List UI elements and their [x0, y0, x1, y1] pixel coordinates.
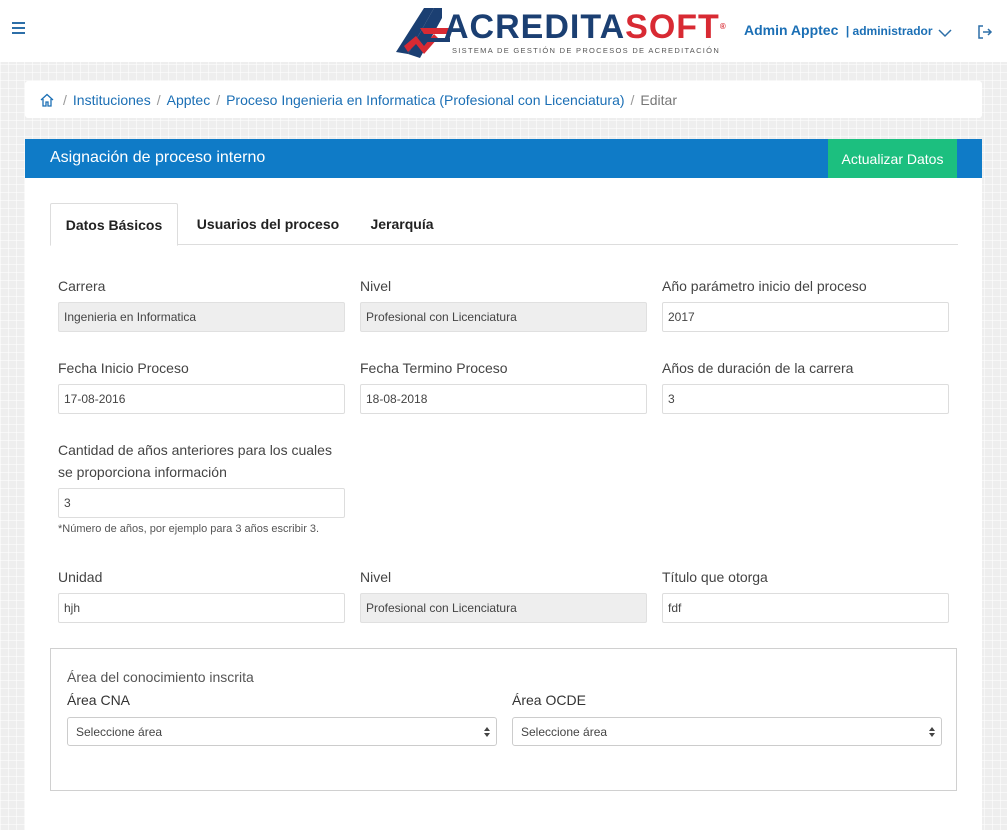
breadcrumb-separator: /	[216, 91, 221, 108]
breadcrumb-separator: /	[63, 91, 67, 108]
update-data-button[interactable]: Actualizar Datos	[828, 139, 957, 178]
logo-subtitle: SISTEMA DE GESTIÓN DE PROCESOS DE ACREDI…	[452, 46, 721, 55]
breadcrumb-link-instituciones[interactable]: Instituciones	[73, 92, 151, 108]
chevron-down-icon[interactable]	[938, 28, 952, 38]
fecha-termino-label: Fecha Termino Proceso	[360, 360, 508, 376]
card-header: Asignación de proceso interno Actualizar…	[25, 139, 982, 178]
breadcrumb: / Instituciones / Apptec / Proceso Ingen…	[25, 81, 982, 118]
cantidad-anios-label-line2: se proporciona información	[58, 464, 227, 480]
carrera-field: Ingenieria en Informatica	[58, 302, 345, 332]
card-title: Asignación de proceso interno	[50, 149, 266, 166]
breadcrumb-link-proceso[interactable]: Proceso Ingenieria en Informatica (Profe…	[226, 92, 624, 108]
user-name: Admin Apptec	[744, 22, 839, 38]
process-card: Asignación de proceso interno Actualizar…	[25, 139, 982, 830]
cantidad-anios-label-line1: Cantidad de años anteriores para los cua…	[58, 442, 332, 458]
menu-icon[interactable]	[12, 22, 28, 38]
anio-parametro-input[interactable]: 2017	[662, 302, 949, 332]
anios-duracion-label: Años de duración de la carrera	[662, 360, 854, 376]
breadcrumb-current: Editar	[640, 91, 677, 108]
area-conocimiento-box: Área del conocimiento inscrita Área CNA …	[50, 648, 957, 791]
tab-jerarquia[interactable]: Jerarquía	[360, 203, 444, 245]
fecha-inicio-label: Fecha Inicio Proceso	[58, 360, 189, 376]
top-bar: ACREDITASOFT® SISTEMA DE GESTIÓN DE PROC…	[0, 0, 1007, 62]
carrera-label: Carrera	[58, 278, 106, 294]
tab-bar: Datos Básicos Usuarios del proceso Jerar…	[50, 203, 958, 246]
cantidad-anios-input[interactable]: 3	[58, 488, 345, 518]
area-ocde-label: Área OCDE	[512, 692, 586, 708]
titulo-label: Título que otorga	[662, 569, 768, 585]
fecha-inicio-input[interactable]: 17-08-2016	[58, 384, 345, 414]
nivel-label: Nivel	[360, 278, 392, 294]
area-ocde-selected: Seleccione área	[521, 724, 608, 739]
breadcrumb-link-apptec[interactable]: Apptec	[167, 92, 211, 108]
select-arrows-icon	[929, 727, 935, 737]
fecha-termino-input[interactable]: 18-08-2018	[360, 384, 647, 414]
breadcrumb-separator: /	[630, 91, 635, 108]
cantidad-anios-hint: *Número de años, por ejemplo para 3 años…	[58, 523, 320, 535]
app-logo: ACREDITASOFT® SISTEMA DE GESTIÓN DE PROC…	[394, 6, 726, 60]
nivel2-label: Nivel	[360, 569, 392, 585]
unidad-input[interactable]: hjh	[58, 593, 345, 623]
breadcrumb-separator: /	[156, 91, 161, 108]
nivel2-field: Profesional con Licenciatura	[360, 593, 647, 623]
anios-duracion-input[interactable]: 3	[662, 384, 949, 414]
tab-datos-basicos[interactable]: Datos Básicos	[50, 203, 178, 246]
area-cna-select[interactable]: Seleccione área	[67, 717, 497, 746]
user-role: | administrador	[845, 24, 933, 38]
tab-usuarios-proceso[interactable]: Usuarios del proceso	[186, 203, 350, 245]
area-title: Área del conocimiento inscrita	[67, 669, 254, 685]
logout-icon[interactable]	[977, 24, 993, 40]
nivel-field: Profesional con Licenciatura	[360, 302, 647, 332]
select-arrows-icon	[484, 727, 490, 737]
logo-text: ACREDITASOFT®	[444, 8, 727, 46]
user-menu[interactable]: Admin Apptec | administrador	[744, 22, 933, 40]
home-icon[interactable]	[39, 92, 55, 108]
area-cna-label: Área CNA	[67, 692, 131, 708]
titulo-input[interactable]: fdf	[662, 593, 949, 623]
unidad-label: Unidad	[58, 569, 103, 585]
area-ocde-select[interactable]: Seleccione área	[512, 717, 942, 746]
anio-parametro-label: Año parámetro inicio del proceso	[662, 278, 867, 294]
area-cna-selected: Seleccione área	[76, 724, 163, 739]
